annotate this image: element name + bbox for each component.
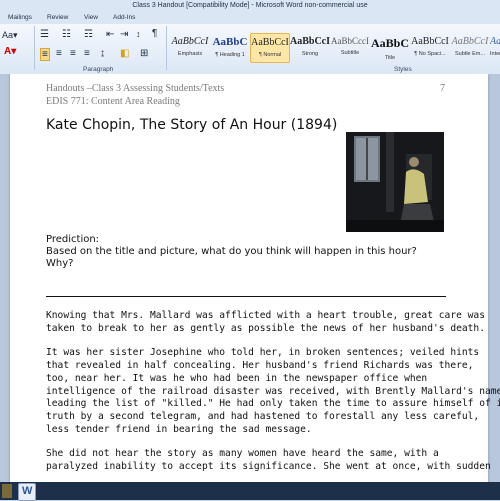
style-label: Subtitle <box>340 50 360 56</box>
tab-add-ins[interactable]: Add-Ins <box>113 14 135 21</box>
paragraph-line: leading the list of "killed." He had onl… <box>46 398 500 410</box>
style-label: ¶ No Spaci... <box>414 51 446 57</box>
word-taskbar-button[interactable]: W <box>18 483 36 501</box>
increase-indent-icon[interactable]: ⇥ <box>120 29 128 40</box>
style-label: Title <box>384 55 396 61</box>
taskbar: W <box>0 482 500 501</box>
style-preview: AaBbCcI <box>411 36 449 47</box>
borders-icon[interactable]: ⊞ <box>140 48 148 59</box>
ribbon: Aa▾ A▾ ☰ ☷ ☶ ⇤ ⇥ ↕ ¶ ≡ ≡ ≡ ≡ ↨ ◧ ⊞ Parag… <box>0 24 500 75</box>
document-page[interactable]: Handouts –Class 3 Assessing Students/Tex… <box>10 74 500 482</box>
style-intense-emphasis[interactable]: AaBbCcI Intense E... <box>490 33 500 63</box>
story-picture <box>346 132 444 232</box>
show-formatting-icon[interactable]: ¶ <box>152 28 157 39</box>
prediction-why: Why? <box>46 258 74 269</box>
style-heading-1[interactable]: AaBbC ¶ Heading 1 <box>210 33 250 63</box>
style-preview: AaBbCcI <box>290 36 330 47</box>
style-strong[interactable]: AaBbCcI Strong <box>290 33 330 63</box>
align-right-icon[interactable]: ≡ <box>70 48 76 59</box>
document-area: Handouts –Class 3 Assessing Students/Tex… <box>0 74 500 482</box>
style-title[interactable]: AaBbC Title <box>370 33 410 63</box>
paragraph-line: too, near her. It was he who had been in… <box>46 372 428 384</box>
page-number: 7 <box>440 83 445 94</box>
style-subtitle[interactable]: AaBbCccI Subtitle <box>330 33 370 63</box>
numbering-icon[interactable]: ☷ <box>62 29 71 40</box>
sort-icon[interactable]: ↕ <box>136 29 141 39</box>
align-left-icon[interactable]: ≡ <box>40 48 50 61</box>
style-label: ¶ Heading 1 <box>215 52 245 58</box>
style-label: ¶ Normal <box>258 52 282 58</box>
style-label: Subtle Em... <box>455 51 485 57</box>
word-icon: W <box>22 485 33 497</box>
multilevel-list-icon[interactable]: ☶ <box>84 29 93 40</box>
align-center-icon[interactable]: ≡ <box>56 48 62 59</box>
style-label: Intense E... <box>490 51 500 57</box>
paragraph-line: She did not hear the story as many women… <box>46 448 439 460</box>
style-preview: AaBbCcI <box>251 37 289 48</box>
shading-icon[interactable]: ◧ <box>120 48 129 59</box>
tab-view[interactable]: View <box>84 14 98 21</box>
header-line-1: Handouts –Class 3 Assessing Students/Tex… <box>46 83 225 94</box>
paragraph-line: less tender friend in bearing the sad me… <box>46 423 312 435</box>
style-preview: AaBbCcI <box>451 36 489 47</box>
style-preview: AaBbC <box>370 36 409 50</box>
ribbon-tabs: Mailings Review View Add-Ins <box>0 12 500 24</box>
tab-review[interactable]: Review <box>47 14 68 21</box>
justify-icon[interactable]: ≡ <box>84 48 90 59</box>
style-label: Strong <box>301 51 319 57</box>
style-no-spacing[interactable]: AaBbCcI ¶ No Spaci... <box>410 33 450 63</box>
woman-at-window-image <box>346 132 444 232</box>
paragraph-line: intelligence of the railroad disaster wa… <box>46 385 500 397</box>
style-preview: AaBbCcI <box>171 36 209 47</box>
tab-mailings[interactable]: Mailings <box>8 14 32 21</box>
paragraph-line: paralyzed inability to accept its signif… <box>46 461 491 473</box>
paragraph-line: that revealed in half concealing. Her hu… <box>46 360 474 372</box>
decrease-indent-icon[interactable]: ⇤ <box>106 29 114 40</box>
group-divider <box>166 26 167 70</box>
style-preview: AaBbCccI <box>331 36 369 46</box>
paragraph-group-label: Paragraph <box>83 66 114 73</box>
line-spacing-icon[interactable]: ↨ <box>100 48 105 59</box>
font-color-icon[interactable]: A▾ <box>4 46 16 57</box>
paragraph-line: taken to break to her as gently as possi… <box>46 322 485 334</box>
window-title: Class 3 Handout [Compatibility Mode] - M… <box>0 0 500 12</box>
prediction-question: Based on the title and picture, what do … <box>46 246 417 257</box>
change-case-icon[interactable]: Aa▾ <box>2 30 18 41</box>
prediction-label: Prediction: <box>46 234 100 245</box>
paragraph-line: It was her sister Josephine who told her… <box>46 347 480 359</box>
bullets-icon[interactable]: ☰ <box>40 29 49 40</box>
styles-group-label: Styles <box>394 66 412 73</box>
header-line-2: EDIS 771: Content Area Reading <box>46 96 180 107</box>
style-subtle-emphasis[interactable]: AaBbCcI Subtle Em... <box>450 33 490 63</box>
paragraph-line: Knowing that Mrs. Mallard was afflicted … <box>46 310 485 321</box>
style-normal[interactable]: AaBbCcI ¶ Normal <box>250 33 290 63</box>
group-divider <box>34 26 35 70</box>
paragraph-line: truth by a second telegram, and had hast… <box>46 410 480 422</box>
document-title: Kate Chopin, The Story of An Hour (1894) <box>46 117 338 133</box>
style-preview: AaBbCcI <box>490 36 500 47</box>
style-preview: AaBbC <box>212 36 248 48</box>
story-text: Knowing that Mrs. Mallard was afflicted … <box>46 310 500 474</box>
taskbar-app-icon[interactable] <box>2 484 12 498</box>
style-emphasis[interactable]: AaBbCcI Emphasis <box>170 33 210 63</box>
style-label: Emphasis <box>177 51 203 57</box>
divider-line <box>46 296 446 297</box>
